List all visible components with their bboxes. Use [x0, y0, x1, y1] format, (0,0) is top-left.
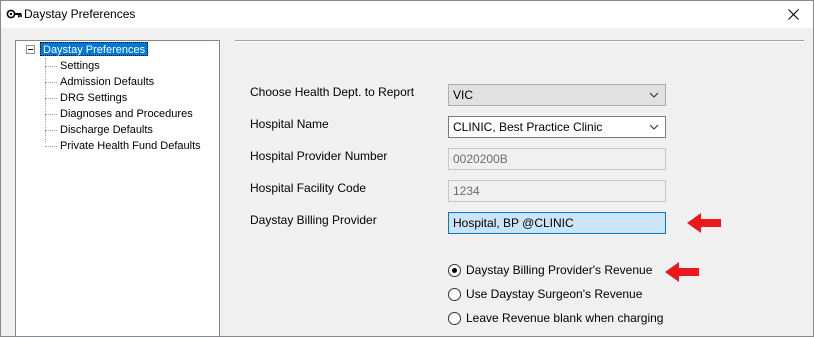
- health-dept-value: VIC: [453, 88, 474, 102]
- billing-provider-field[interactable]: Hospital, BP @CLINIC: [448, 212, 666, 234]
- radio-button[interactable]: [448, 312, 461, 325]
- key-icon: [6, 9, 22, 19]
- tree-item-label: Private Health Fund Defaults: [60, 140, 201, 152]
- close-icon: [787, 9, 799, 20]
- hospital-name-value: CLINIC, Best Practice Clinic: [453, 120, 603, 134]
- billing-provider-label: Daystay Billing Provider: [250, 213, 377, 227]
- health-dept-label: Choose Health Dept. to Report: [250, 85, 415, 99]
- radio-button[interactable]: [448, 288, 461, 301]
- arrow-left-icon: [665, 262, 699, 282]
- arrow-left-icon: [687, 213, 721, 233]
- health-dept-select[interactable]: VIC: [448, 84, 666, 106]
- tree-item-label: DRG Settings: [60, 92, 128, 104]
- hospital-name-select[interactable]: CLINIC, Best Practice Clinic: [448, 116, 666, 138]
- collapse-icon[interactable]: [26, 45, 35, 54]
- tree-item-label: Discharge Defaults: [60, 124, 153, 136]
- hospital-name-label: Hospital Name: [250, 117, 329, 131]
- preferences-window: Daystay Preferences Daystay Preferences …: [0, 0, 814, 337]
- title-bar: Daystay Preferences: [1, 1, 813, 28]
- facility-code-value: 1234: [453, 184, 480, 198]
- tree-item-label: Settings: [60, 60, 100, 72]
- provider-number-label: Hospital Provider Number: [250, 149, 388, 163]
- tree-item-label: Admission Defaults: [60, 76, 155, 88]
- provider-number-field[interactable]: 0020200B: [448, 148, 666, 170]
- tree-root[interactable]: Daystay Preferences: [16, 42, 216, 57]
- window-title: Daystay Preferences: [24, 7, 136, 21]
- provider-number-value: 0020200B: [453, 152, 508, 166]
- close-button[interactable]: [773, 1, 813, 28]
- chevron-down-icon: [649, 92, 659, 98]
- preferences-tree[interactable]: Daystay Preferences Settings Admission D…: [15, 40, 220, 337]
- billing-provider-value: Hospital, BP @CLINIC: [453, 216, 574, 230]
- radio-button[interactable]: [448, 264, 461, 277]
- tree-item-label: Diagnoses and Procedures: [60, 108, 193, 120]
- chevron-down-icon: [649, 124, 659, 130]
- radio-label: Leave Revenue blank when charging: [466, 311, 664, 325]
- tree-root-label[interactable]: Daystay Preferences: [40, 42, 149, 56]
- radio-label: Use Daystay Surgeon's Revenue: [466, 287, 643, 301]
- section-separator: [235, 40, 804, 42]
- facility-code-label: Hospital Facility Code: [250, 181, 367, 195]
- radio-label: Daystay Billing Provider's Revenue: [466, 263, 653, 277]
- facility-code-field[interactable]: 1234: [448, 180, 666, 202]
